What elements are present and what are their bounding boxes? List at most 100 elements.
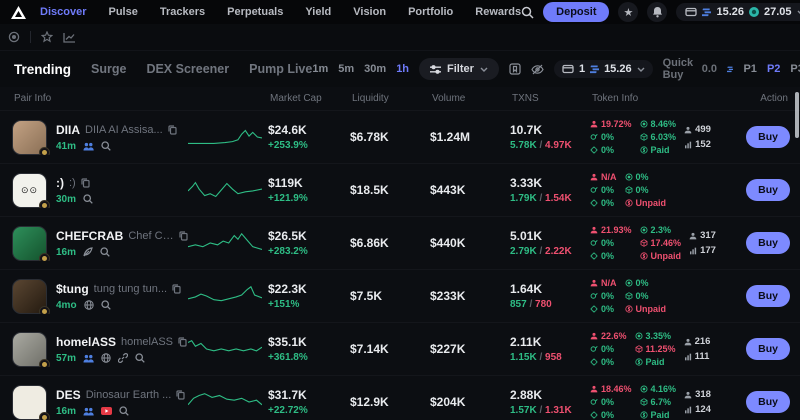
- token-avatar[interactable]: [12, 332, 47, 367]
- target-circle-icon[interactable]: [8, 31, 20, 43]
- header-liquidity[interactable]: Liquidity: [350, 93, 430, 104]
- nav-item-rewards[interactable]: Rewards: [475, 6, 521, 18]
- copy-icon[interactable]: [176, 390, 185, 400]
- filter-button[interactable]: Filter: [419, 58, 499, 80]
- buy-button[interactable]: Buy: [746, 232, 790, 254]
- holders-count: 499: [684, 124, 711, 135]
- bundlers-stat: 0%: [625, 291, 667, 301]
- globe-icon[interactable]: [84, 300, 94, 310]
- tab-surge[interactable]: Surge: [91, 62, 126, 76]
- buy-button[interactable]: Buy: [746, 285, 790, 307]
- quick-buy[interactable]: Quick Buy 0.0: [663, 57, 717, 81]
- nav-item-perpetuals[interactable]: Perpetuals: [227, 6, 283, 18]
- community-users-icon[interactable]: [83, 142, 94, 151]
- token-symbol[interactable]: DIIA: [56, 123, 80, 137]
- watchlist-star-icon[interactable]: [41, 31, 53, 43]
- copy-icon[interactable]: [178, 337, 187, 347]
- buy-button[interactable]: Buy: [746, 338, 790, 360]
- token-avatar[interactable]: [12, 279, 47, 314]
- counts-column: 216 111: [684, 336, 711, 362]
- header-market-cap[interactable]: Market Cap: [268, 93, 350, 104]
- brand-logo-icon[interactable]: [8, 4, 28, 20]
- preset-p3[interactable]: P3: [790, 63, 800, 75]
- search-token-icon[interactable]: [101, 141, 111, 151]
- preset-p1[interactable]: P1: [743, 63, 756, 75]
- token-symbol[interactable]: $tung: [56, 282, 89, 296]
- community-users-icon[interactable]: [83, 354, 94, 363]
- market-cap-change: +283.2%: [268, 246, 350, 257]
- token-age: 30m: [56, 194, 76, 205]
- link-icon[interactable]: [118, 353, 128, 363]
- timeframe-30m[interactable]: 30m: [364, 63, 386, 75]
- globe-icon[interactable]: [101, 353, 111, 363]
- table-row[interactable]: homelASS homelASS 57m: [0, 323, 800, 376]
- txns-cell: 2.88K 1.57K / 1.31K: [510, 388, 590, 416]
- chef-pan-icon: [590, 133, 598, 141]
- copy-icon[interactable]: [168, 125, 177, 135]
- deposit-button[interactable]: Deposit: [543, 2, 609, 22]
- top-holders-stat: 18.46%: [590, 384, 632, 394]
- search-token-icon[interactable]: [135, 353, 145, 363]
- nav-item-trackers[interactable]: Trackers: [160, 6, 205, 18]
- liquidity-cell: $7.14K: [350, 342, 430, 356]
- table-row[interactable]: DES Dinosaur Earth ... 16m: [0, 376, 800, 420]
- balance-pill[interactable]: 15.26 27.05: [676, 3, 800, 21]
- token-avatar[interactable]: [12, 120, 47, 155]
- token-avatar[interactable]: [12, 385, 47, 420]
- buy-button[interactable]: Buy: [746, 179, 790, 201]
- price-sparkline: [188, 389, 268, 415]
- nav-item-yield[interactable]: Yield: [305, 6, 331, 18]
- nav-item-portfolio[interactable]: Portfolio: [408, 6, 453, 18]
- chart-line-icon[interactable]: [63, 32, 76, 43]
- token-symbol[interactable]: :): [56, 176, 64, 190]
- copy-icon[interactable]: [81, 178, 90, 188]
- search-token-icon[interactable]: [100, 247, 110, 257]
- tab-trending[interactable]: Trending: [14, 62, 71, 77]
- token-avatar[interactable]: ⊙⊙: [12, 173, 47, 208]
- preset-p2[interactable]: P2: [767, 63, 780, 75]
- table-row[interactable]: $tung tung tung tun... 4mo: [0, 270, 800, 323]
- bell-icon[interactable]: [647, 2, 667, 22]
- search-token-icon[interactable]: [119, 406, 129, 416]
- timeframe-5m[interactable]: 5m: [338, 63, 354, 75]
- youtube-icon[interactable]: [101, 407, 112, 415]
- buy-button[interactable]: Buy: [746, 126, 790, 148]
- star-icon[interactable]: ★: [618, 2, 638, 22]
- token-symbol[interactable]: homelASS: [56, 335, 116, 349]
- copy-icon[interactable]: [179, 231, 188, 241]
- snipers-stat: 0%: [590, 410, 632, 420]
- token-symbol[interactable]: CHEFCRAB: [56, 229, 123, 243]
- timeframe-1m[interactable]: 1m: [312, 63, 328, 75]
- header-txns[interactable]: TXNS: [510, 93, 590, 104]
- header-pair-info[interactable]: Pair Info: [0, 93, 268, 104]
- eye-off-icon[interactable]: [531, 64, 544, 75]
- table-row[interactable]: CHEFCRAB Chef Crab 16m: [0, 217, 800, 270]
- copy-icon[interactable]: [172, 284, 181, 294]
- token-symbol[interactable]: DES: [56, 388, 81, 402]
- token-avatar[interactable]: [12, 226, 47, 261]
- wallet-selector[interactable]: 1 15.26: [554, 60, 653, 78]
- tab-dex-screener[interactable]: DEX Screener: [146, 62, 229, 76]
- nav-item-pulse[interactable]: Pulse: [108, 6, 137, 18]
- table-row[interactable]: ⊙⊙ :) :) 30m: [0, 164, 800, 217]
- liquidity-value: $18.5K: [350, 183, 430, 197]
- search-token-icon[interactable]: [101, 300, 111, 310]
- market-cap-cell: $26.5K +283.2%: [268, 229, 350, 257]
- timeframe-1h[interactable]: 1h: [396, 63, 409, 75]
- table-row[interactable]: DIIA DIIA AI Assisa... 41m: [0, 111, 800, 164]
- buy-button[interactable]: Buy: [746, 391, 790, 413]
- filter-label: Filter: [447, 63, 474, 75]
- scrollbar-thumb[interactable]: [795, 92, 799, 138]
- platform-badge-icon: [39, 200, 50, 208]
- market-cap-change: +361.8%: [268, 352, 350, 363]
- header-volume[interactable]: Volume: [430, 93, 510, 104]
- twitter-feather-icon[interactable]: [83, 247, 93, 257]
- search-token-icon[interactable]: [83, 194, 93, 204]
- nav-item-discover[interactable]: Discover: [40, 6, 86, 18]
- txns-buys: 1.79K: [510, 193, 537, 204]
- community-users-icon[interactable]: [83, 407, 94, 416]
- nav-item-vision[interactable]: Vision: [353, 6, 386, 18]
- search-icon[interactable]: [521, 6, 534, 19]
- watchlist-panel-icon[interactable]: [509, 63, 521, 75]
- tab-pump-live[interactable]: Pump Live: [249, 62, 312, 76]
